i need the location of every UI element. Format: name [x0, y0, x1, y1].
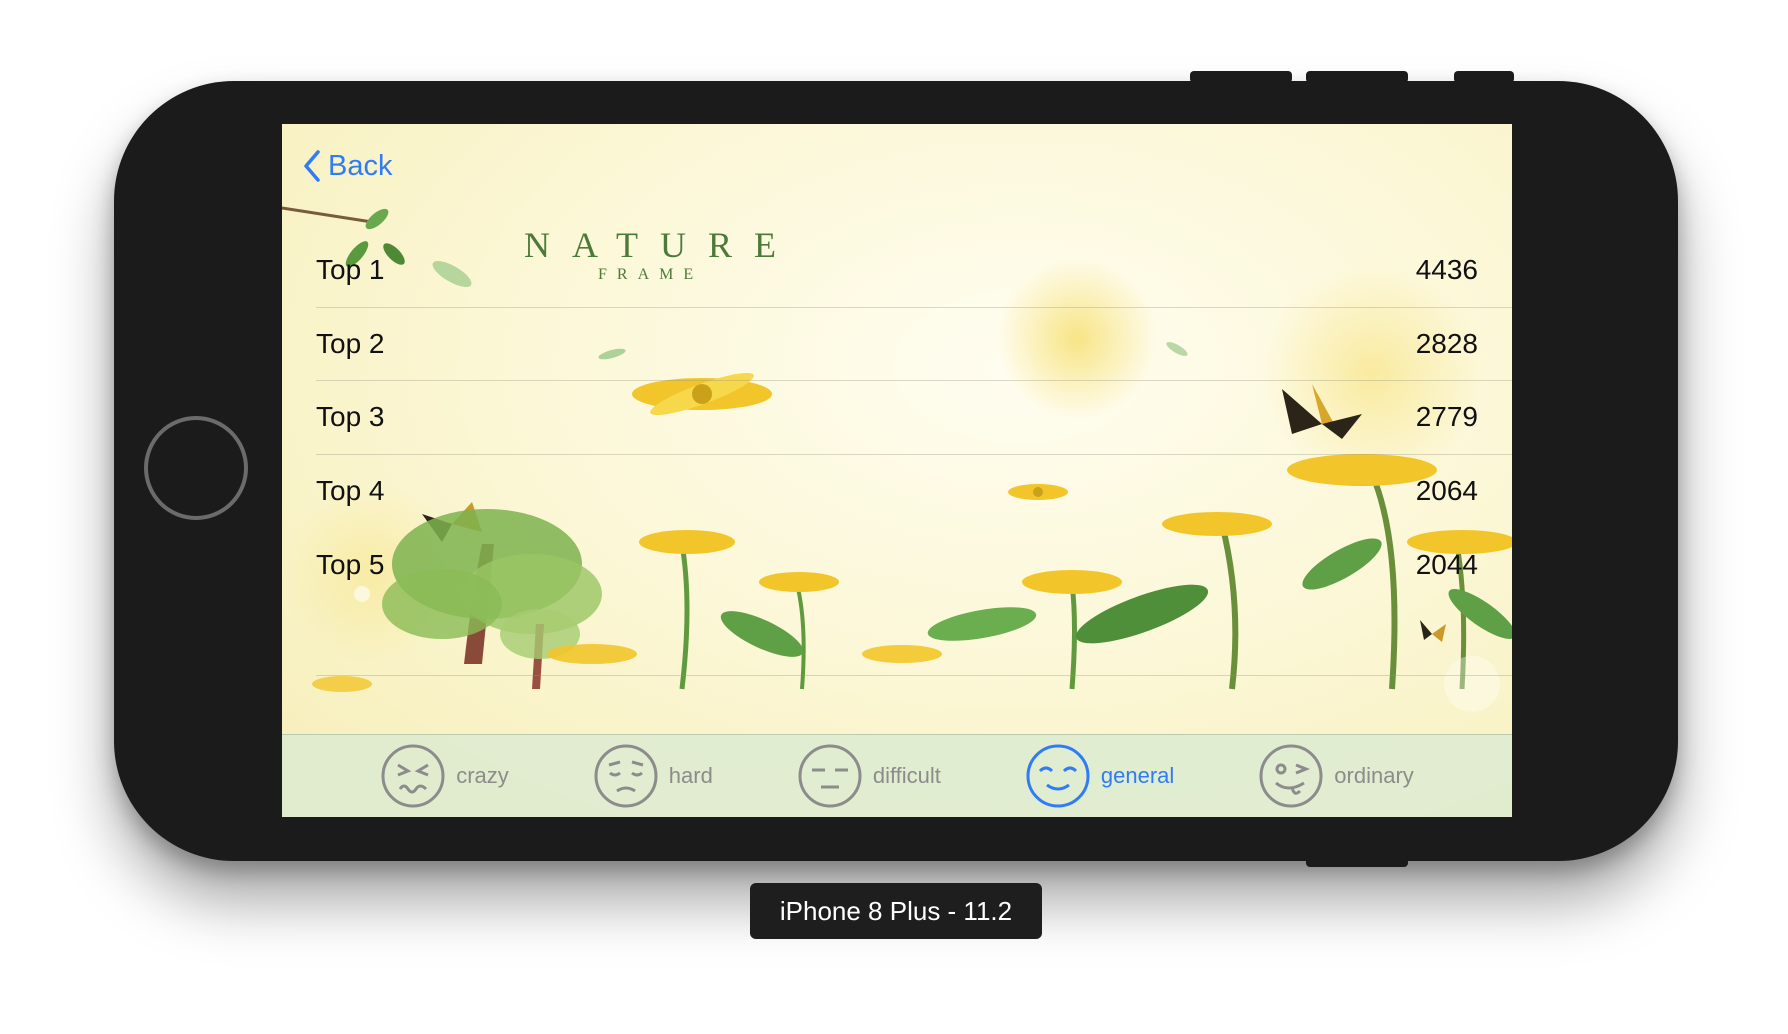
score-value: 2044 — [1415, 548, 1478, 580]
sad-face-icon — [594, 744, 658, 808]
mute-switch — [1454, 71, 1514, 83]
chevron-left-icon — [304, 150, 320, 182]
score-value: 2064 — [1415, 475, 1478, 507]
neutral-face-icon — [798, 744, 862, 808]
rank-label: Top 1 — [316, 254, 385, 286]
empty-row — [316, 602, 1512, 676]
device-label: iPhone 8 Plus - 11.2 — [750, 883, 1042, 939]
tab-label: difficult — [872, 763, 941, 788]
home-button[interactable] — [144, 416, 248, 520]
volume-down-button — [1306, 71, 1408, 83]
app-screen: Back NATURE FRAME Top 1 4436 Top 2 2828 … — [282, 124, 1512, 817]
back-button[interactable]: Back — [302, 144, 392, 188]
leaderboard-table: Top 1 4436 Top 2 2828 Top 3 2779 Top 4 2… — [316, 234, 1512, 676]
wink-face-icon — [1259, 744, 1323, 808]
table-row: Top 3 2779 — [316, 381, 1512, 455]
table-row: Top 1 4436 — [316, 234, 1512, 308]
back-label: Back — [328, 149, 393, 182]
score-value: 4436 — [1415, 254, 1478, 286]
table-row: Top 2 2828 — [316, 308, 1512, 381]
score-value: 2828 — [1415, 327, 1478, 359]
rank-label: Top 5 — [316, 548, 385, 580]
tab-label: general — [1100, 763, 1175, 788]
difficulty-tab-bar: crazy hard difficult general ordinary — [282, 734, 1512, 817]
power-button — [1306, 855, 1408, 867]
tab-hard[interactable]: hard — [593, 743, 713, 809]
tab-general[interactable]: general — [1025, 743, 1174, 809]
table-row: Top 4 2064 — [316, 455, 1512, 529]
tab-crazy[interactable]: crazy — [380, 743, 509, 809]
branch — [282, 206, 373, 224]
tab-ordinary[interactable]: ordinary — [1258, 743, 1414, 809]
tab-label: hard — [668, 763, 713, 788]
tab-label: crazy — [456, 763, 509, 788]
smile-face-icon — [1026, 744, 1090, 808]
rank-label: Top 4 — [316, 475, 385, 507]
table-row: Top 5 2044 — [316, 528, 1512, 602]
tab-label: ordinary — [1334, 763, 1414, 788]
rank-label: Top 2 — [316, 327, 385, 359]
volume-up-button — [1190, 71, 1292, 83]
leaf — [365, 208, 389, 230]
score-value: 2779 — [1415, 401, 1478, 433]
rank-label: Top 3 — [316, 401, 385, 433]
tab-difficult[interactable]: difficult — [797, 743, 941, 809]
crazy-face-icon — [381, 744, 445, 808]
